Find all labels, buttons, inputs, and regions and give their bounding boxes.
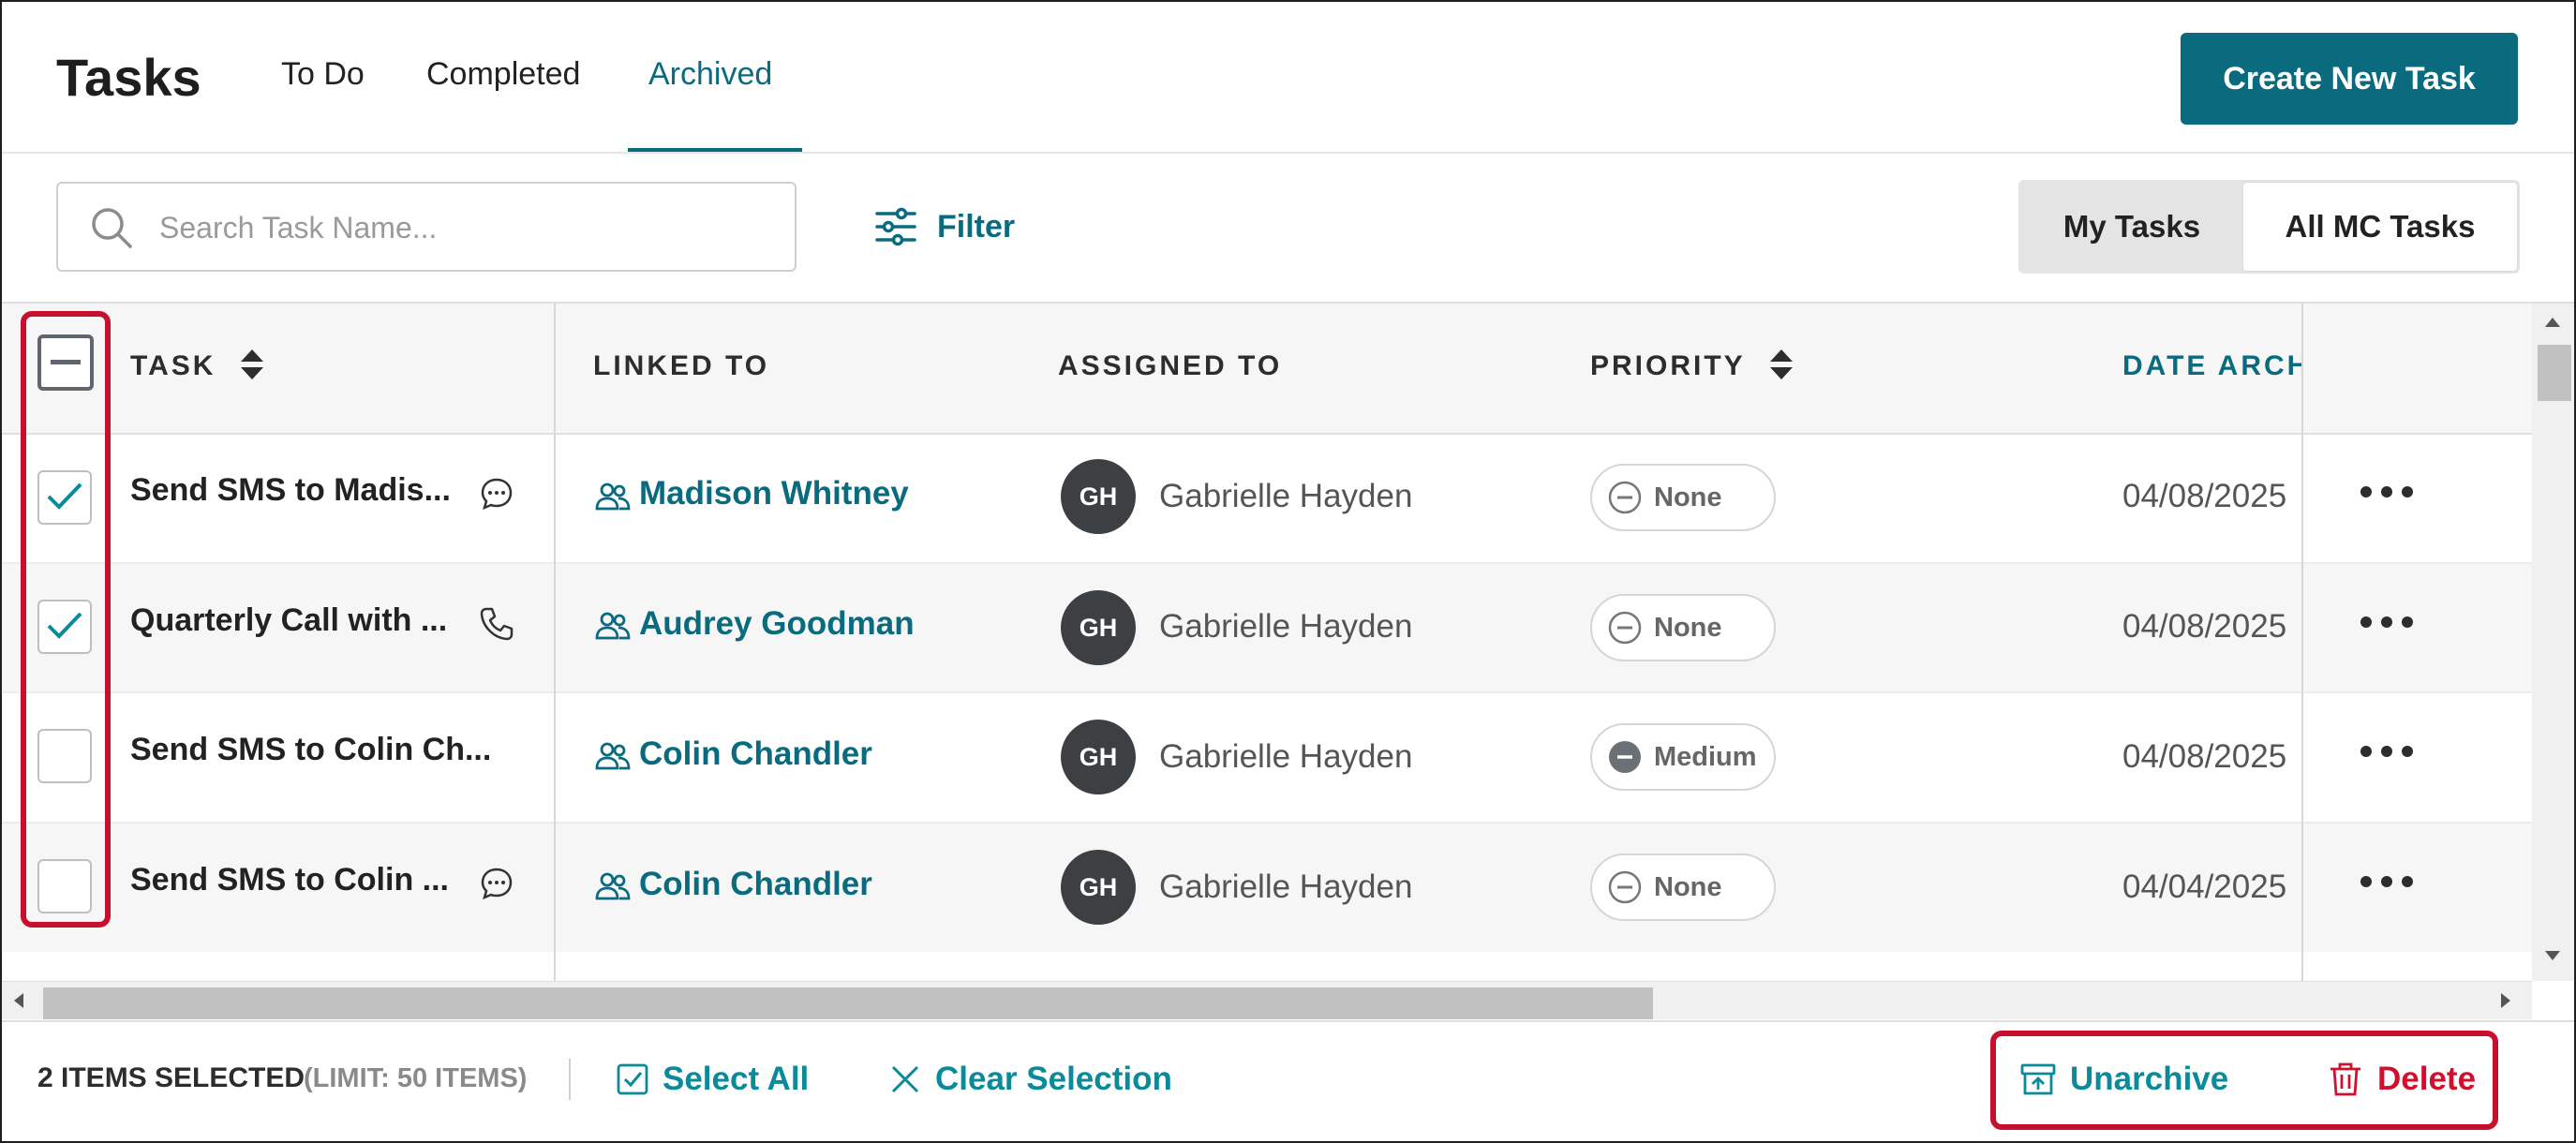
clear-selection-label: Clear Selection (935, 1061, 1172, 1097)
search-icon (92, 208, 132, 248)
selection-limit: (LIMIT: 50 ITEMS) (304, 1063, 528, 1093)
sort-icon[interactable] (238, 346, 266, 383)
create-new-task-button[interactable]: Create New Task (2181, 33, 2518, 125)
assignee-name: Gabrielle Hayden (1159, 608, 1413, 645)
page-title: Tasks (56, 48, 201, 107)
priority-badge: None (1590, 594, 1776, 661)
chat-bubble-icon (481, 478, 513, 511)
date-archived: 04/04/2025 (2122, 868, 2287, 905)
more-options-icon[interactable] (2360, 616, 2417, 631)
tab-completed[interactable]: Completed (426, 56, 580, 93)
avatar: GH (1061, 590, 1136, 665)
priority-badge: Medium (1590, 723, 1776, 791)
task-name[interactable]: Send SMS to Colin ... (130, 862, 449, 898)
priority-none-icon (1608, 870, 1642, 904)
more-options-icon[interactable] (2360, 876, 2417, 891)
scroll-left-arrow-icon[interactable] (11, 990, 26, 1011)
clear-selection-button[interactable]: Clear Selection (888, 1053, 1172, 1106)
avatar: GH (1061, 850, 1136, 925)
chat-bubble-icon (481, 868, 513, 900)
filter-label: Filter (937, 208, 1016, 245)
tab-archived[interactable]: Archived (648, 56, 772, 93)
sliders-icon (875, 207, 916, 246)
column-date-archived[interactable]: DATE ARCH (2122, 350, 2302, 382)
priority-none-icon (1608, 481, 1642, 514)
checkbox-icon (617, 1063, 648, 1095)
my-tasks-toggle[interactable]: My Tasks (2021, 183, 2242, 271)
date-archived: 04/08/2025 (2122, 608, 2287, 645)
more-options-icon[interactable] (2360, 746, 2417, 761)
contacts-icon (595, 742, 631, 770)
column-task[interactable]: TASK (130, 350, 216, 382)
priority-label: None (1654, 871, 1722, 902)
contacts-icon (595, 482, 631, 511)
date-archived: 04/08/2025 (2122, 478, 2287, 514)
column-divider (2301, 304, 2303, 981)
filter-button[interactable]: Filter (873, 200, 1015, 253)
assignee-name: Gabrielle Hayden (1159, 868, 1413, 905)
sort-icon[interactable] (1767, 346, 1795, 383)
date-archived: 04/08/2025 (2122, 738, 2287, 775)
close-icon (891, 1065, 919, 1093)
scroll-right-arrow-icon[interactable] (2498, 990, 2513, 1011)
selected-count: 2 ITEMS SELECTED (37, 1062, 305, 1093)
linked-contact-link[interactable]: Colin Chandler (639, 735, 872, 773)
more-options-icon[interactable] (2360, 486, 2417, 501)
horizontal-scroll-thumb[interactable] (43, 987, 1653, 1019)
row-divider (2, 822, 2532, 824)
select-all-button[interactable]: Select All (616, 1053, 809, 1106)
footer-divider (569, 1059, 571, 1100)
priority-label: None (1654, 482, 1722, 512)
priority-badge: None (1590, 464, 1776, 531)
scroll-down-arrow-icon[interactable] (2542, 948, 2563, 963)
active-tab-indicator (628, 148, 802, 152)
header-bar: Tasks To Do Completed Archived Create Ne… (2, 2, 2574, 154)
column-priority[interactable]: PRIORITY (1590, 350, 1746, 382)
linked-contact-link[interactable]: Audrey Goodman (639, 605, 915, 643)
all-mc-tasks-toggle[interactable]: All MC Tasks (2243, 183, 2517, 271)
tab-to-do[interactable]: To Do (281, 56, 365, 93)
avatar: GH (1061, 459, 1136, 534)
priority-none-icon (1608, 611, 1642, 645)
column-linked-to: LINKED TO (593, 350, 770, 381)
row-divider (2, 562, 2532, 564)
vertical-scrollbar[interactable] (2532, 304, 2574, 981)
avatar: GH (1061, 720, 1136, 794)
linked-contact-link[interactable]: Madison Whitney (639, 475, 909, 512)
priority-label: None (1654, 612, 1722, 643)
task-name[interactable]: Send SMS to Colin Ch... (130, 732, 491, 768)
bulk-actions-highlight (1990, 1031, 2498, 1130)
search-input[interactable] (159, 206, 759, 249)
select-all-label: Select All (663, 1061, 810, 1097)
column-assigned-to: ASSIGNED TO (1058, 350, 1283, 381)
column-divider (554, 304, 556, 981)
linked-contact-link[interactable]: Colin Chandler (639, 866, 872, 903)
contacts-icon (595, 612, 631, 640)
scroll-up-arrow-icon[interactable] (2542, 315, 2563, 330)
contacts-icon (595, 872, 631, 900)
row-divider (2, 691, 2532, 693)
priority-medium-icon (1609, 741, 1641, 773)
tasks-window: Tasks To Do Completed Archived Create Ne… (0, 0, 2576, 1143)
priority-label: Medium (1654, 741, 1757, 772)
phone-icon (480, 607, 514, 641)
assignee-name: Gabrielle Hayden (1159, 738, 1413, 775)
search-box (56, 182, 797, 272)
priority-badge: None (1590, 854, 1776, 921)
task-name[interactable]: Send SMS to Madis... (130, 472, 451, 509)
assignee-name: Gabrielle Hayden (1159, 478, 1413, 514)
vertical-scroll-thumb[interactable] (2538, 345, 2571, 401)
task-name[interactable]: Quarterly Call with ... (130, 602, 447, 639)
checkbox-column-highlight (21, 311, 111, 928)
